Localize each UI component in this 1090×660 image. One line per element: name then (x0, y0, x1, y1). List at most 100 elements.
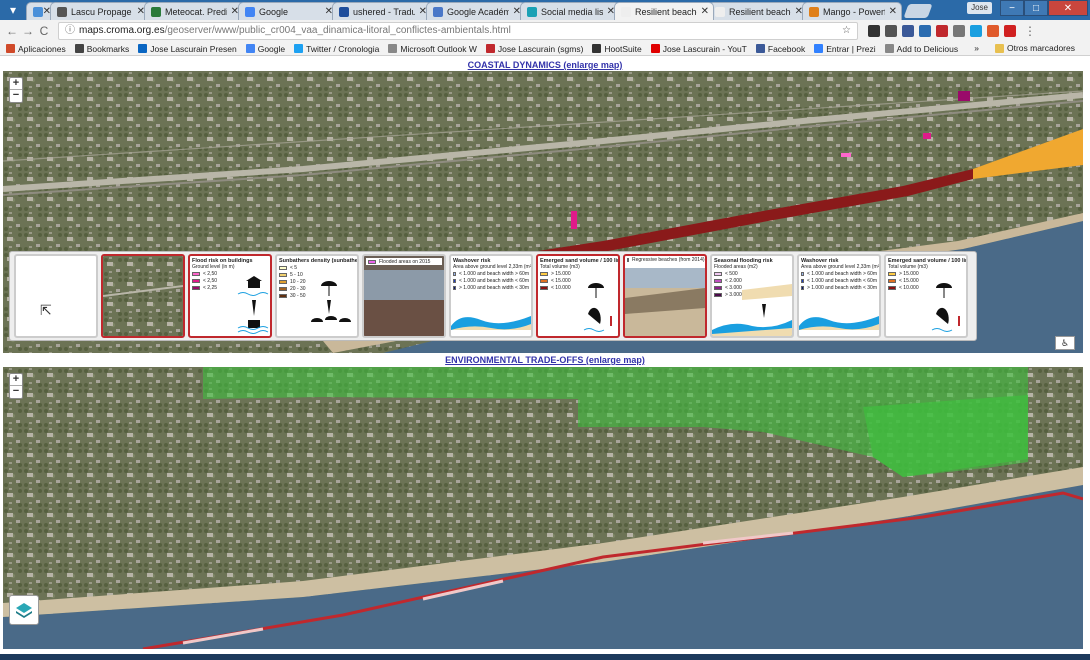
bookmark-item[interactable]: Twitter / Cronologia (294, 44, 379, 54)
flooded-beach-photo (364, 270, 444, 336)
map1-zoom-out-button[interactable]: − (10, 90, 22, 102)
extension-icon[interactable] (919, 25, 931, 37)
legend-card-sunbathers[interactable]: Sunbathers density (sunbathers / 10 m²) … (275, 254, 359, 338)
browser-tab[interactable]: Google ✕ (238, 2, 338, 20)
legend-card-washover-2[interactable]: Washover risk Area above ground level 2,… (797, 254, 881, 338)
menu-icon[interactable]: ⋮ (1022, 24, 1038, 38)
info-icon[interactable]: ⓘ (65, 25, 75, 36)
browser-tab[interactable]: Resilient beaches✕ (708, 2, 808, 20)
new-tab-button[interactable] (903, 4, 933, 18)
extension-icon[interactable] (936, 25, 948, 37)
bookmark-item[interactable]: Bookmarks (74, 44, 129, 54)
bookmark-item[interactable]: Add to Delicious (884, 43, 959, 54)
flooded-swatch (368, 259, 376, 264)
browser-tab[interactable]: Mango - Powerfu ✕ (802, 2, 902, 20)
person-icon[interactable]: ♿ (1055, 336, 1075, 350)
url-host: maps.croma.org.es (79, 25, 165, 36)
tab-close-icon[interactable]: ✕ (889, 6, 897, 17)
coastal-dynamics-map[interactable]: + − ⇱ Flood risk on buildings Ground lev… (3, 71, 1083, 353)
extension-icon[interactable] (1004, 25, 1016, 37)
bookmark-star-icon[interactable]: ☆ (842, 23, 851, 39)
extensions-area (868, 25, 1016, 37)
tab-close-icon[interactable]: ✕ (701, 6, 709, 17)
browser-tab[interactable]: Social media lister✕ (520, 2, 620, 20)
browser-tab[interactable]: Meteocat. Predicc✕ (144, 2, 244, 20)
regressive-legend-row: Regressive beaches (from 2014) (625, 256, 705, 263)
extension-icon[interactable] (885, 25, 897, 37)
regressive-beach-photo (625, 268, 705, 336)
tab-favicon-icon (245, 6, 255, 17)
extension-icon[interactable] (987, 25, 999, 37)
map2-zoom-out-button[interactable]: − (10, 386, 22, 398)
bookmark-favicon-icon (755, 44, 765, 53)
bookmark-item[interactable]: Aplicaciones (6, 44, 66, 54)
tab-favicon-icon (33, 6, 43, 17)
bookmark-item[interactable]: Facebook (755, 44, 805, 54)
extension-icon[interactable] (953, 25, 965, 37)
layers-icon (16, 603, 32, 618)
bookmark-item[interactable]: HootSuite (592, 43, 642, 54)
url-input[interactable]: ⓘ maps.croma.org.es/geoserver/www/public_… (58, 22, 858, 40)
tab-favicon-icon (433, 6, 443, 17)
legend-card-emerged-sand-2[interactable]: Emerged sand volume / 100 lin cell Total… (884, 254, 968, 338)
profile-button[interactable]: Jose (967, 2, 992, 14)
browser-tab[interactable]: ushered - Traducc✕ (332, 2, 432, 20)
bookmark-item[interactable]: Jose Lascurain - YouT (650, 43, 747, 54)
umbrella-icon (311, 281, 351, 322)
bookmarks-more-button[interactable]: » (974, 43, 979, 53)
washover2-legend-title: Washover risk (801, 258, 839, 264)
bookmarks-bar: Aplicaciones Bookmarks Jose Lascurain Pres… (0, 42, 1090, 56)
legend-card-washover-1[interactable]: Washover risk Area above ground level 2,… (449, 254, 533, 338)
browser-tab[interactable]: Lascu Propage ✕ (50, 2, 150, 20)
bookmark-label: Aplicaciones (18, 43, 66, 54)
bookmark-item[interactable]: Jose Lascurain Presen (138, 44, 237, 54)
legend-swatch (801, 271, 804, 276)
bookmark-item[interactable]: Google (245, 44, 285, 54)
maximize-icon[interactable]: □ (1024, 0, 1048, 16)
extension-icon[interactable] (868, 25, 880, 37)
regressive-swatch (627, 257, 629, 262)
bookmark-label: Add to Delicious (896, 43, 959, 54)
bookmark-other[interactable]: Otros marcadores (994, 43, 1075, 53)
erosion-umbrella-icon (583, 283, 612, 332)
flooded-legend-title: Flooded areas on 2015 (379, 258, 431, 265)
extension-icon[interactable] (902, 25, 914, 37)
bookmark-item[interactable]: Jose Lascurain (sgms) (485, 43, 584, 54)
back-icon[interactable]: ← (4, 24, 20, 38)
legend-card-aerial[interactable] (101, 254, 185, 338)
bookmark-label: Jose Lascurain - YouT (662, 43, 747, 54)
browser-tab[interactable]: Resilient beaches✕ (614, 2, 714, 20)
washover-wave-icon (451, 316, 531, 330)
map1-title-link[interactable]: COASTAL DYNAMICS (enlarge map) (0, 60, 1090, 70)
bookmark-label: HootSuite (604, 43, 642, 54)
flood-building-icon (237, 276, 269, 334)
bookmark-item[interactable]: Entrar | Prezi (814, 44, 876, 54)
map2-title-link[interactable]: ENVIRONMENTAL TRADE-OFFS (enlarge map) (0, 355, 1090, 365)
legend-swatch (453, 271, 456, 276)
close-window-icon[interactable]: ✕ (1048, 0, 1088, 16)
legend-row-label: < 1.000 and beach width < 60m (806, 277, 877, 284)
reload-icon[interactable]: C (36, 24, 52, 38)
legend-card-flood-buildings[interactable]: Flood risk on buildings Ground level (in… (188, 254, 272, 338)
layers-button[interactable] (9, 595, 39, 625)
tab-favicon-icon (809, 6, 819, 17)
bookmark-favicon-icon (6, 44, 15, 53)
minimize-icon[interactable]: − (1000, 0, 1024, 16)
legend-card-flooded-areas[interactable]: Flooded areas on 2015 (362, 254, 446, 338)
legend-card-seasonal-flooding[interactable]: Seasonal flooding risk Flooded areas (m2… (710, 254, 794, 338)
flood-legend-title: Flood risk on buildings (192, 258, 253, 264)
tab-label: Mango - Powerfu (823, 6, 885, 17)
bookmarks-list: Aplicaciones Bookmarks Jose Lascurain Pres… (6, 44, 967, 54)
environmental-tradeoffs-map[interactable]: + − (3, 367, 1083, 649)
legend-swatch (801, 278, 804, 283)
legend-card-regressive[interactable]: Regressive beaches (from 2014) (623, 254, 707, 338)
forward-icon[interactable]: → (20, 24, 36, 38)
tab-favicon-icon (527, 6, 537, 17)
browser-tab[interactable]: Google Académic✕ (426, 2, 526, 20)
legend-card-blank[interactable]: ⇱ (14, 254, 98, 338)
legend-row: < 5 (277, 264, 357, 271)
bookmark-item[interactable]: Microsoft Outlook W (388, 44, 477, 54)
legend-card-emerged-sand-1[interactable]: Emerged sand volume / 100 lin cell Total… (536, 254, 620, 338)
extension-icon[interactable] (970, 25, 982, 37)
bookmark-label: Jose Lascurain (sgms) (497, 43, 584, 54)
